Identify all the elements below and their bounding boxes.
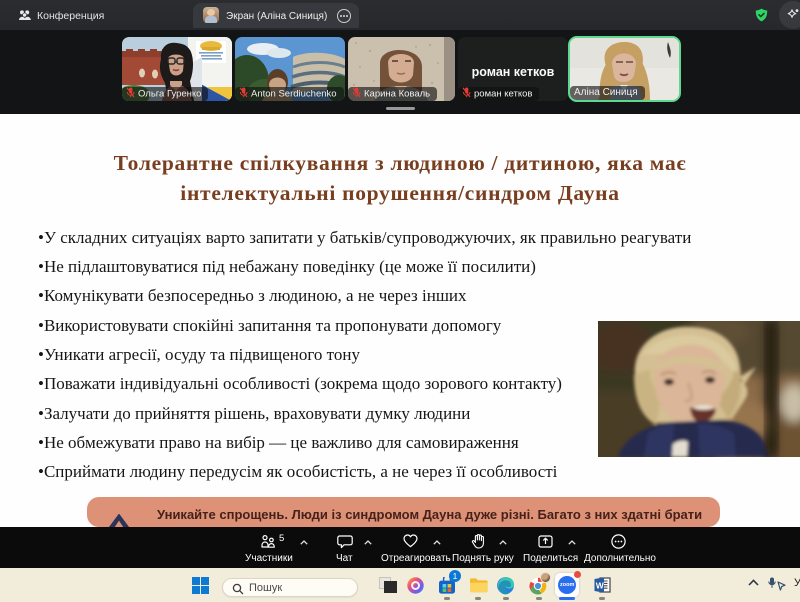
svg-text:W: W — [596, 580, 605, 590]
